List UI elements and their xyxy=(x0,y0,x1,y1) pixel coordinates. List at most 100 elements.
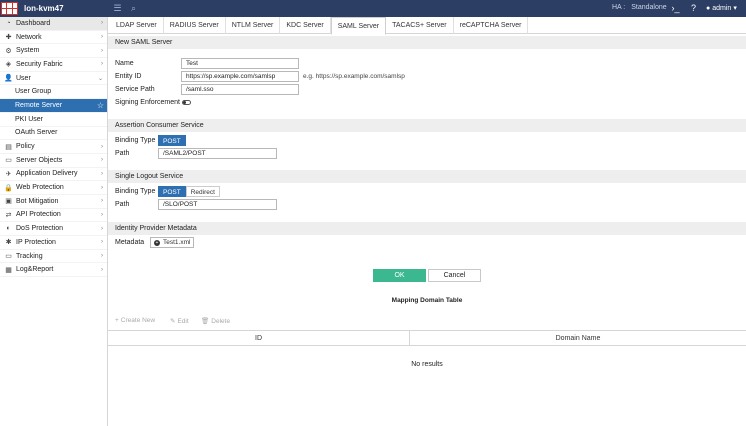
service-path-field[interactable]: /saml.sso xyxy=(181,84,299,95)
menu-icon[interactable]: ☰ xyxy=(112,3,123,14)
sidebar-item-ip-protection[interactable]: ✱ IP Protection › xyxy=(0,236,107,250)
terminal-icon[interactable]: ›_ xyxy=(670,3,681,14)
sidebar-item-bot-mitigation[interactable]: ▣ Bot Mitigation › xyxy=(0,195,107,209)
create-new-label: Create New xyxy=(120,317,156,324)
sidebar-item-user-group[interactable]: User Group xyxy=(0,85,107,100)
sidebar-item-label: Bot Mitigation xyxy=(16,197,59,205)
search-icon[interactable]: ⌕ xyxy=(128,3,139,14)
ha-status: HA : Standalone xyxy=(612,4,667,11)
sidebar-item-security-fabric[interactable]: ◈ Security Fabric › xyxy=(0,58,107,72)
chevron-right-icon: › xyxy=(101,20,103,27)
sidebar-item-label: OAuth Server xyxy=(15,129,58,137)
ha-label: HA : xyxy=(612,4,626,11)
sidebar-item-remote-server[interactable]: Remote Server ☆ xyxy=(0,99,107,113)
sidebar-item-log-report[interactable]: ▦ Log&Report › xyxy=(0,263,107,278)
network-icon: ✚ xyxy=(5,34,12,42)
delete-label: Delete xyxy=(211,317,231,325)
tab-ldap-server[interactable]: LDAP Server xyxy=(110,17,164,34)
chevron-right-icon: › xyxy=(101,225,103,232)
edit-button[interactable]: ✎ Edit xyxy=(170,317,189,326)
acs-binding-post-option[interactable]: POST xyxy=(158,135,186,146)
server-icon: ▭ xyxy=(5,157,12,165)
sidebar-item-label: Tracking xyxy=(16,252,43,260)
slo-path-field[interactable]: /SLO/POST xyxy=(158,199,277,210)
main-content: LDAP Server RADIUS Server NTLM Server KD… xyxy=(108,17,746,426)
admin-menu[interactable]: ● admin ▾ xyxy=(706,4,737,13)
sidebar-item-dos-protection[interactable]: ◐ DoS Protection › xyxy=(0,222,107,236)
sidebar-item-tracking[interactable]: ▭ Tracking › xyxy=(0,250,107,264)
dos-icon: ◐ xyxy=(6,225,11,233)
sidebar-item-system[interactable]: ⚙ System › xyxy=(0,44,107,59)
star-icon[interactable]: ☆ xyxy=(97,101,104,110)
bot-icon: ▣ xyxy=(5,198,12,206)
plus-circle-icon: + xyxy=(154,239,160,246)
sidebar-item-oauth-server[interactable]: OAuth Server xyxy=(0,127,107,141)
sidebar-item-api-protection[interactable]: ⇄ API Protection › xyxy=(0,209,107,223)
sidebar-item-dashboard[interactable]: ◔ Dashboard › xyxy=(0,17,107,31)
empty-table-message: No results xyxy=(411,361,443,368)
slo-binding-redirect-option[interactable]: Redirect xyxy=(185,186,220,197)
tab-saml-server[interactable]: SAML Server xyxy=(330,17,387,35)
chevron-right-icon: › xyxy=(101,266,103,273)
metadata-label: Metadata xyxy=(115,239,145,246)
help-icon[interactable]: ? xyxy=(688,3,699,14)
tab-radius-server[interactable]: RADIUS Server xyxy=(164,17,226,34)
top-bar: lon-kvm47 ☰ ⌕ HA : Standalone ›_ ? ● admin… xyxy=(0,0,746,17)
sidebar: ◔ Dashboard › ✚ Network › ⚙ System › ◈ Security… xyxy=(0,17,108,426)
slo-path-label: Path xyxy=(115,201,130,208)
sidebar-item-label: Policy xyxy=(16,143,35,151)
policy-icon: ▤ xyxy=(5,143,12,151)
admin-label: admin xyxy=(712,4,732,12)
chevron-right-icon: › xyxy=(101,170,103,177)
sidebar-item-application-delivery[interactable]: ✈ Application Delivery › xyxy=(0,168,107,182)
chevron-right-icon: › xyxy=(101,184,103,191)
chevron-right-icon: › xyxy=(101,143,103,150)
tab-recaptcha-server[interactable]: reCAPTCHA Server xyxy=(454,17,529,34)
user-avatar-icon: ● xyxy=(706,4,711,12)
entity-id-field[interactable]: https://sp.example.com/samlsp xyxy=(181,71,299,82)
tab-bar: LDAP Server RADIUS Server NTLM Server KD… xyxy=(108,17,746,35)
trash-icon: 🗑 xyxy=(201,318,210,325)
column-header-id[interactable]: ID xyxy=(108,331,410,345)
metadata-file-button[interactable]: + Test1.xml xyxy=(150,237,195,248)
sidebar-item-server-objects[interactable]: ▭ Server Objects › xyxy=(0,154,107,168)
section-identity-provider-metadata: Identity Provider Metadata xyxy=(108,222,746,235)
sidebar-item-pki-user[interactable]: PKI User xyxy=(0,113,107,127)
sidebar-item-user[interactable]: 👤 User ⌄ xyxy=(0,72,107,86)
plus-icon: + xyxy=(115,317,119,324)
tab-kdc-server[interactable]: KDC Server xyxy=(280,17,331,34)
chevron-down-icon: ⌄ xyxy=(97,75,103,82)
ok-button[interactable]: OK xyxy=(373,269,426,282)
slo-binding-type-selector: POST Redirect xyxy=(158,186,220,197)
signing-enforcement-label: Signing Enforcement xyxy=(115,99,180,106)
api-icon: ⇄ xyxy=(5,211,12,219)
cancel-button[interactable]: Cancel xyxy=(428,269,481,282)
chart-icon: ▦ xyxy=(5,266,12,274)
chevron-right-icon: › xyxy=(101,198,103,205)
sidebar-item-label: DoS Protection xyxy=(16,225,64,233)
chevron-right-icon: › xyxy=(101,47,103,54)
signing-enforcement-toggle[interactable] xyxy=(182,100,191,105)
slo-binding-type-label: Binding Type xyxy=(115,188,156,195)
delete-button[interactable]: 🗑 Delete xyxy=(201,317,231,326)
sidebar-item-network[interactable]: ✚ Network › xyxy=(0,31,107,45)
pencil-icon: ✎ xyxy=(170,318,176,325)
name-label: Name xyxy=(115,60,134,67)
create-new-button[interactable]: + Create New xyxy=(115,317,155,324)
shield-icon: ◈ xyxy=(5,61,12,69)
sidebar-item-label: IP Protection xyxy=(16,238,56,246)
name-field[interactable]: Test xyxy=(181,58,299,69)
acs-path-field[interactable]: /SAML2/POST xyxy=(158,148,277,159)
delivery-icon: ✈ xyxy=(5,170,12,178)
tab-tacacs-server[interactable]: TACACS+ Server xyxy=(386,17,454,34)
hostname: lon-kvm47 xyxy=(24,4,64,13)
sidebar-item-policy[interactable]: ▤ Policy › xyxy=(0,140,107,154)
sidebar-item-web-protection[interactable]: 🔒 Web Protection › xyxy=(0,181,107,195)
column-header-domain-name[interactable]: Domain Name xyxy=(410,331,746,345)
sidebar-item-label: Dashboard xyxy=(16,19,51,27)
tab-ntlm-server[interactable]: NTLM Server xyxy=(226,17,281,34)
acs-binding-type-label: Binding Type xyxy=(115,137,156,144)
sidebar-item-label: Web Protection xyxy=(16,184,64,192)
dashboard-icon: ◔ xyxy=(6,19,11,27)
slo-binding-post-option[interactable]: POST xyxy=(158,186,186,197)
